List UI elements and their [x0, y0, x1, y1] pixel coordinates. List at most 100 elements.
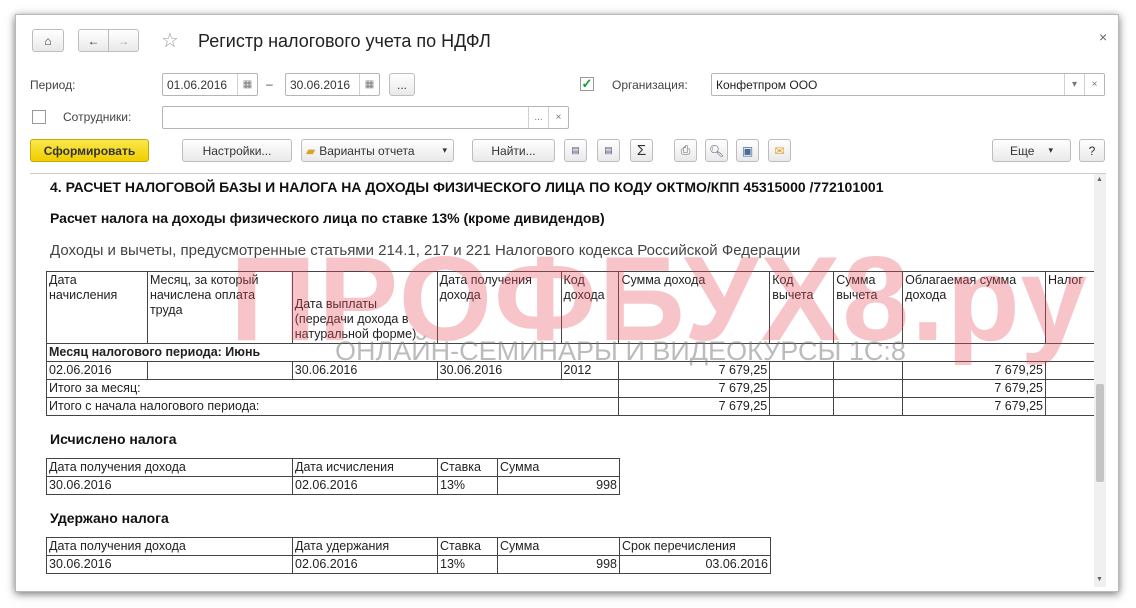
- dropdown-icon: ▾: [1048, 145, 1053, 155]
- table-row: 30.06.2016 02.06.2016 13% 998: [46, 476, 620, 495]
- header-cell: Код дохода: [560, 271, 620, 344]
- email-icon[interactable]: ✉: [768, 139, 791, 162]
- cell: 03.06.2016: [619, 555, 771, 574]
- date-from-value: 01.06.2016: [167, 77, 228, 92]
- organization-value: Конфетпром ООО: [716, 77, 818, 92]
- cell: 998: [497, 555, 620, 574]
- home-button[interactable]: ⌂: [32, 29, 64, 52]
- generate-button[interactable]: Сформировать: [30, 139, 149, 162]
- cell: 30.06.2016: [436, 361, 562, 380]
- header-cell: Дата удержания: [292, 537, 438, 556]
- print-preview-icon[interactable]: 🔍︎: [705, 139, 728, 162]
- folder-icon: ▰: [306, 143, 316, 158]
- header-cell: Сумма: [497, 458, 620, 477]
- table-header-row: Дата получения дохода Дата исчисления Ст…: [46, 458, 620, 477]
- organization-checkbox[interactable]: ✓: [580, 77, 594, 91]
- period-select-button[interactable]: ...: [389, 73, 415, 96]
- date-to-field[interactable]: 30.06.2016 ▦: [285, 73, 380, 96]
- date-to-value: 30.06.2016: [290, 77, 351, 92]
- more-button[interactable]: Еще ▾: [992, 139, 1071, 162]
- cell: [769, 361, 835, 380]
- cell: 2012: [560, 361, 620, 380]
- header-cell: Ставка: [437, 458, 498, 477]
- total-month-row: Итого за месяц: 7 679,25 7 679,25: [45, 379, 1106, 398]
- section-title: 4. РАСЧЕТ НАЛОГОВОЙ БАЗЫ И НАЛОГА НА ДОХ…: [50, 179, 884, 195]
- more-label: Еще: [1010, 143, 1035, 158]
- period-dash: –: [266, 77, 273, 91]
- dropdown-icon[interactable]: ▾: [1064, 74, 1084, 95]
- organization-label: Организация:: [612, 78, 688, 92]
- header-cell: Сумма дохода: [618, 271, 771, 344]
- help-button[interactable]: ?: [1079, 139, 1105, 162]
- withheld-title: Удержано налога: [50, 510, 169, 526]
- save-icon[interactable]: ▣: [736, 139, 759, 162]
- header-cell: Сумма: [497, 537, 620, 556]
- arrow-right-icon: →: [117, 33, 130, 48]
- calc-title: Исчислено налога: [50, 431, 177, 447]
- home-icon: ⌂: [44, 33, 52, 48]
- cell: 13%: [437, 555, 498, 574]
- group-label: Месяц налогового периода: Июнь: [46, 343, 1106, 362]
- header-cell: Месяц, за который начислена оплата труда: [146, 271, 293, 344]
- cell: 30.06.2016: [291, 361, 438, 380]
- table-header-row: Дата получения дохода Дата удержания Ста…: [46, 537, 771, 556]
- print-icon[interactable]: ⎙: [674, 139, 697, 162]
- report-window: ⌂ ← → ☆ Регистр налогового учета по НДФЛ…: [15, 14, 1119, 592]
- window-title: Регистр налогового учета по НДФЛ: [198, 31, 491, 51]
- employees-field[interactable]: ... ×: [162, 106, 569, 129]
- table-row: 02.06.2016 30.06.2016 30.06.2016 2012 7 …: [46, 361, 1106, 380]
- report-variants-button[interactable]: ▰ Варианты отчета ▾: [301, 139, 454, 162]
- expand-groups-icon[interactable]: ▤: [564, 139, 587, 162]
- report-caption: Доходы и вычеты, предусмотренные статьям…: [50, 242, 801, 259]
- cell: 02.06.2016: [292, 476, 438, 495]
- vertical-scrollbar[interactable]: ▲ ▼: [1094, 174, 1106, 587]
- income-table: Дата начисления Месяц, за который начисл…: [45, 271, 1106, 416]
- cell: 02.06.2016: [292, 555, 438, 574]
- employees-label: Сотрудники:: [63, 110, 132, 124]
- header-cell: Дата начисления: [46, 271, 148, 344]
- cell: 13%: [437, 476, 498, 495]
- calendar-icon[interactable]: ▦: [359, 74, 379, 95]
- report-variants-label: Варианты отчета: [319, 143, 415, 158]
- scroll-down-icon[interactable]: ▼: [1096, 576, 1103, 583]
- withheld-table: Дата получения дохода Дата удержания Ста…: [46, 537, 771, 574]
- collapse-groups-icon[interactable]: ▤: [597, 139, 620, 162]
- date-from-field[interactable]: 01.06.2016 ▦: [162, 73, 258, 96]
- cell: 7 679,25: [618, 379, 771, 398]
- cell: 7 679,25: [902, 379, 1047, 398]
- header-cell: Дата исчисления: [292, 458, 438, 477]
- find-button[interactable]: Найти...: [472, 139, 555, 162]
- arrow-left-icon: ←: [87, 33, 100, 48]
- header-cell: Код вычета: [769, 271, 835, 344]
- sum-button[interactable]: Σ: [630, 139, 653, 162]
- cell: 7 679,25: [618, 361, 771, 380]
- total-label: Итого с начала налогового периода:: [45, 397, 620, 416]
- select-more-icon[interactable]: ...: [528, 107, 548, 128]
- dropdown-icon: ▾: [442, 145, 447, 155]
- employees-checkbox[interactable]: [32, 110, 46, 124]
- report-area[interactable]: ПРОФБУХ8.ру ОНЛАЙН-СЕМИНАРЫ И ВИДЕОКУРСЫ…: [30, 173, 1106, 587]
- favorite-star-icon[interactable]: ☆: [161, 28, 179, 53]
- cell: [833, 361, 904, 380]
- header-cell: Дата получения дохода: [46, 537, 293, 556]
- header-cell: Срок перечисления: [619, 537, 771, 556]
- settings-button[interactable]: Настройки...: [182, 139, 292, 162]
- organization-field[interactable]: Конфетпром ООО ▾ ×: [711, 73, 1105, 96]
- forward-button[interactable]: →: [108, 29, 139, 52]
- clear-icon[interactable]: ×: [548, 107, 568, 128]
- calendar-icon[interactable]: ▦: [237, 74, 257, 95]
- clear-icon[interactable]: ×: [1084, 74, 1104, 95]
- table-header-row: Дата начисления Месяц, за который начисл…: [46, 271, 1106, 344]
- cell: 7 679,25: [902, 361, 1047, 380]
- cell: 30.06.2016: [46, 476, 293, 495]
- scrollbar-thumb[interactable]: [1096, 384, 1104, 482]
- header-cell: Облагаемая сумма дохода: [902, 271, 1047, 344]
- cell: 02.06.2016: [46, 361, 148, 380]
- cell: 7 679,25: [618, 397, 771, 416]
- cell: 998: [497, 476, 620, 495]
- header-cell: Сумма вычета: [833, 271, 904, 344]
- back-button[interactable]: ←: [78, 29, 109, 52]
- header-cell: Ставка: [437, 537, 498, 556]
- scroll-up-icon[interactable]: ▲: [1096, 176, 1103, 183]
- close-button[interactable]: ×: [1099, 29, 1107, 45]
